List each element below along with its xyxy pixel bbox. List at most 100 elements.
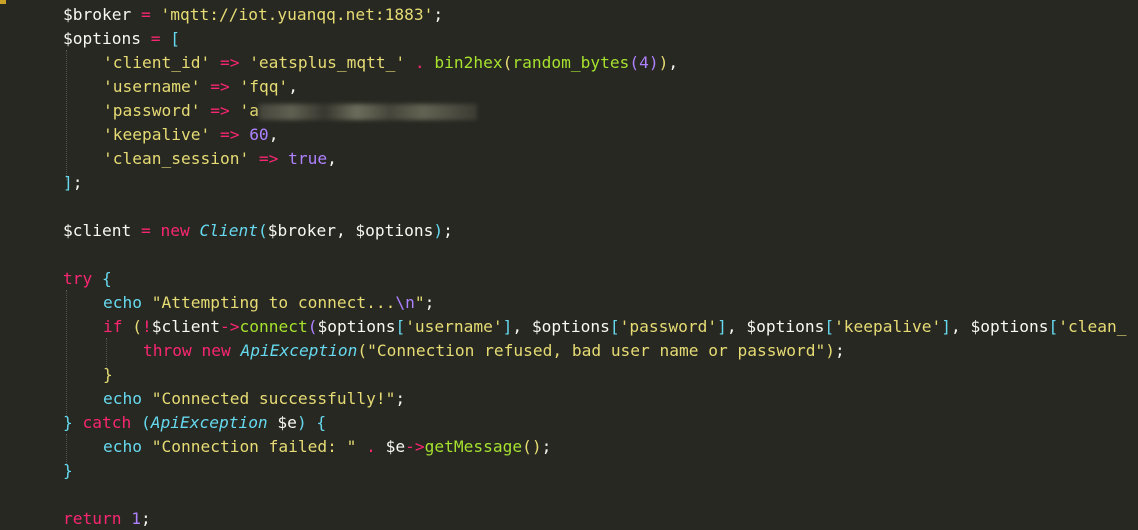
keyword: echo bbox=[103, 437, 142, 456]
operator: => bbox=[249, 149, 289, 168]
operator: -> bbox=[219, 317, 240, 336]
keyword: catch bbox=[72, 413, 132, 432]
bracket: } bbox=[63, 461, 73, 480]
bracket: ( bbox=[307, 317, 318, 336]
bracket: ] bbox=[502, 317, 513, 336]
variable: $broker bbox=[63, 5, 132, 24]
punctuation: ; bbox=[72, 173, 83, 192]
arguments: $broker, $options bbox=[267, 221, 434, 240]
string-literal: 'keepalive' bbox=[834, 317, 942, 336]
variable: $options bbox=[746, 317, 825, 336]
variable: $options bbox=[531, 317, 610, 336]
string-literal: 'username' bbox=[405, 317, 503, 336]
code-editor[interactable]: $broker = 'mqtt://iot.yuanqq.net:1883'; … bbox=[0, 0, 1138, 530]
variable: $options bbox=[317, 317, 396, 336]
array-key: 'username' bbox=[103, 77, 201, 96]
array-key: 'clean_session' bbox=[103, 149, 250, 168]
variable: $options bbox=[63, 29, 141, 48]
array-key: 'client_id' bbox=[103, 53, 211, 72]
indent-guide bbox=[66, 290, 67, 416]
bracket: ( bbox=[629, 53, 640, 72]
function-name: random_bytes bbox=[512, 53, 630, 72]
bracket: ) bbox=[825, 341, 835, 360]
string-literal: 'clean_ bbox=[1058, 317, 1127, 336]
bracket: ( bbox=[131, 413, 151, 432]
string-literal: "Attempting to connect... bbox=[141, 293, 396, 312]
punctuation: , bbox=[668, 53, 679, 72]
code-line: echo "Attempting to connect...\n"; bbox=[103, 291, 434, 315]
code-line: 'username' => 'fqq', bbox=[103, 75, 298, 99]
bracket: [ bbox=[824, 317, 835, 336]
code-line: try { bbox=[63, 267, 112, 291]
bracket: ] bbox=[941, 317, 952, 336]
operator: -> bbox=[405, 437, 425, 456]
punctuation: , bbox=[268, 125, 279, 144]
number-literal: 60 bbox=[249, 125, 269, 144]
string-literal: 'password' bbox=[619, 317, 718, 336]
keyword: new bbox=[160, 221, 190, 240]
bracket: [ bbox=[170, 29, 180, 48]
code-line: } bbox=[103, 363, 113, 387]
operator: = bbox=[131, 221, 161, 240]
string-literal: 'fqq' bbox=[239, 77, 289, 96]
operator: . bbox=[405, 53, 435, 72]
class-name: ApiException bbox=[150, 413, 268, 432]
bracket: [ bbox=[609, 317, 620, 336]
code-line: $broker = 'mqtt://iot.yuanqq.net:1883'; bbox=[63, 3, 443, 27]
bracket: [ bbox=[395, 317, 406, 336]
operator: = bbox=[131, 5, 161, 24]
bracket: ) bbox=[296, 413, 307, 432]
bracket: ) bbox=[658, 53, 669, 72]
code-line: 'keepalive' => 60, bbox=[103, 123, 278, 147]
bracket: ] bbox=[63, 173, 73, 192]
bracket: } bbox=[63, 413, 73, 432]
punctuation: , bbox=[327, 149, 337, 168]
punctuation: , bbox=[288, 77, 298, 96]
variable: $client bbox=[151, 317, 220, 336]
operator: . bbox=[356, 437, 386, 456]
code-line: if (!$client->connect($options['username… bbox=[103, 317, 1127, 336]
bracket: ) bbox=[648, 53, 659, 72]
punctuation: ; bbox=[443, 221, 453, 240]
constant: true bbox=[288, 149, 328, 168]
bracket: () bbox=[522, 437, 542, 456]
code-line: ]; bbox=[63, 171, 83, 195]
bracket: { bbox=[92, 269, 112, 288]
operator: => bbox=[200, 77, 240, 96]
code-line: echo "Connected successfully!"; bbox=[103, 387, 405, 411]
redacted-password bbox=[258, 103, 477, 120]
code-line: return 1; bbox=[63, 507, 151, 530]
bracket: { bbox=[306, 413, 327, 432]
code-line: throw new ApiException("Connection refus… bbox=[143, 339, 845, 363]
punctuation: ; bbox=[395, 389, 406, 408]
array-key: 'password' bbox=[103, 101, 201, 120]
keyword: throw bbox=[143, 341, 192, 360]
code-line: $client = new Client($broker, $options); bbox=[63, 219, 453, 243]
function-name: bin2hex bbox=[434, 53, 503, 72]
bracket: ( bbox=[132, 317, 142, 336]
function-name: getMessage bbox=[424, 437, 523, 456]
string-literal: "Connection failed: " bbox=[141, 437, 357, 456]
number-literal: 4 bbox=[639, 53, 649, 72]
punctuation: ; bbox=[424, 293, 435, 312]
bracket: ] bbox=[717, 317, 727, 336]
bracket: [ bbox=[1048, 317, 1059, 336]
operator: = bbox=[140, 29, 171, 48]
operator: => bbox=[200, 101, 240, 120]
code-line: 'password' => 'a bbox=[103, 99, 477, 123]
string-literal: 'a bbox=[239, 101, 259, 120]
variable: $e bbox=[385, 437, 406, 456]
class-name: ApiException bbox=[230, 341, 358, 360]
code-line: echo "Connection failed: " . $e->getMess… bbox=[103, 435, 551, 459]
indent-guide bbox=[66, 50, 67, 180]
string-literal: 'eatsplus_mqtt_' bbox=[249, 53, 406, 72]
string-literal: " bbox=[414, 293, 425, 312]
bracket: ( bbox=[502, 53, 513, 72]
keyword: return bbox=[63, 509, 122, 528]
string-literal: "Connection refused, bad user name or pa… bbox=[367, 341, 826, 360]
keyword: new bbox=[191, 341, 231, 360]
variable: $e bbox=[267, 413, 297, 432]
code-line: $options = [ bbox=[63, 27, 180, 51]
function-name: connect bbox=[239, 317, 308, 336]
bracket: ) bbox=[433, 221, 444, 240]
